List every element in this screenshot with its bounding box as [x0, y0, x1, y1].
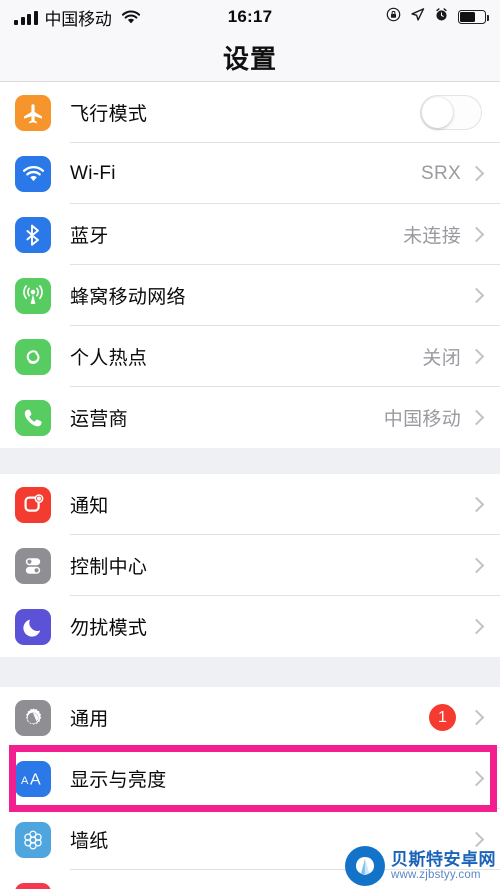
settings-row-label: 显示与亮度 — [70, 770, 167, 791]
status-bar: 中国移动 16:17 — [0, 0, 500, 34]
location-arrow-icon — [410, 7, 425, 27]
sound-icon — [15, 882, 51, 889]
settings-row-value: 关闭 — [422, 348, 461, 369]
battery-icon — [458, 10, 490, 24]
settings-row-value: 中国移动 — [383, 409, 461, 430]
settings-row-hotspot[interactable]: 个人热点 关闭 — [0, 326, 500, 387]
chevron-right-icon — [468, 409, 485, 426]
group-separator — [0, 448, 500, 474]
status-badge: 1 — [429, 704, 456, 731]
signal-bars-icon — [14, 10, 38, 25]
shell-logo-icon — [345, 846, 385, 886]
bluetooth-icon — [15, 216, 51, 253]
chevron-right-icon — [468, 348, 485, 365]
settings-row-control-center[interactable]: 控制中心 — [0, 535, 500, 596]
settings-group-notifications: 通知 控制中心 勿扰模式 — [0, 474, 500, 657]
settings-row-label: 个人热点 — [70, 348, 148, 369]
svg-text:A: A — [30, 771, 41, 788]
watermark: 贝斯特安卓网 www.zjbstyy.com — [345, 846, 496, 886]
chevron-right-icon — [468, 709, 485, 726]
display-aa-icon: A A — [15, 760, 51, 797]
chevron-right-icon — [468, 496, 485, 513]
highlighted-row-wrapper: A A 显示与亮度 — [0, 745, 500, 812]
settings-row-label: 运营商 — [70, 409, 128, 430]
wifi-icon — [121, 10, 141, 25]
settings-row-cellular[interactable]: 蜂窝移动网络 — [0, 265, 500, 326]
chevron-right-icon — [468, 831, 485, 848]
group-separator — [0, 657, 500, 687]
settings-row-wifi[interactable]: Wi-Fi SRX — [0, 143, 500, 204]
settings-row-do-not-disturb[interactable]: 勿扰模式 — [0, 596, 500, 657]
settings-row-airplane-mode[interactable]: 飞行模式 — [0, 82, 500, 143]
settings-row-label: 通用 — [70, 709, 109, 730]
phone-icon — [15, 399, 51, 436]
rotation-lock-icon — [386, 7, 401, 27]
wallpaper-icon — [15, 821, 51, 858]
chevron-right-icon — [468, 557, 485, 574]
watermark-url: www.zjbstyy.com — [391, 868, 481, 881]
settings-list: 飞行模式 Wi-Fi SRX 蓝牙 未连接 蜂窝移动网络 个人热点 关闭 运营商… — [0, 82, 500, 889]
chevron-right-icon — [468, 226, 485, 243]
control-center-icon — [15, 547, 51, 584]
settings-group-connectivity: 飞行模式 Wi-Fi SRX 蓝牙 未连接 蜂窝移动网络 个人热点 关闭 运营商… — [0, 82, 500, 448]
status-bar-right — [386, 7, 490, 27]
wifi-icon — [15, 155, 51, 192]
settings-row-label: 勿扰模式 — [70, 618, 148, 639]
settings-row-display-brightness[interactable]: A A 显示与亮度 — [0, 748, 500, 809]
gear-icon — [15, 699, 51, 736]
settings-row-bluetooth[interactable]: 蓝牙 未连接 — [0, 204, 500, 265]
settings-row-value: SRX — [421, 162, 461, 184]
settings-row-notifications[interactable]: 通知 — [0, 474, 500, 535]
chevron-right-icon — [468, 287, 485, 304]
nav-bar: 设置 — [0, 34, 500, 82]
cellular-icon — [15, 277, 51, 314]
settings-row-label: Wi-Fi — [70, 162, 116, 184]
settings-screen: 中国移动 16:17 设置 飞行模式 Wi-Fi SRX 蓝牙 未连接 蜂窝移动… — [0, 0, 500, 889]
settings-row-label: 蓝牙 — [70, 226, 109, 247]
settings-row-label: 蜂窝移动网络 — [70, 287, 186, 308]
page-title: 设置 — [222, 44, 277, 74]
chevron-right-icon — [468, 770, 485, 787]
airplane-mode-toggle[interactable] — [420, 95, 482, 130]
settings-row-label: 飞行模式 — [70, 104, 148, 125]
hotspot-icon — [15, 338, 51, 375]
notification-icon — [15, 486, 51, 523]
chevron-right-icon — [468, 165, 485, 182]
watermark-text: 贝斯特安卓网 www.zjbstyy.com — [391, 851, 496, 881]
settings-row-label: 通知 — [70, 496, 109, 517]
alarm-clock-icon — [434, 7, 449, 27]
svg-text:A: A — [21, 775, 29, 787]
settings-row-general[interactable]: 通用 1 — [0, 687, 500, 748]
settings-row-value: 未连接 — [403, 226, 461, 247]
chevron-right-icon — [468, 618, 485, 635]
moon-icon — [15, 608, 51, 645]
watermark-title: 贝斯特安卓网 — [391, 850, 496, 870]
settings-row-carrier[interactable]: 运营商 中国移动 — [0, 387, 500, 448]
airplane-icon — [15, 94, 51, 131]
settings-row-label: 控制中心 — [70, 557, 148, 578]
status-bar-left: 中国移动 — [14, 5, 141, 30]
status-carrier-label: 中国移动 — [44, 9, 112, 29]
